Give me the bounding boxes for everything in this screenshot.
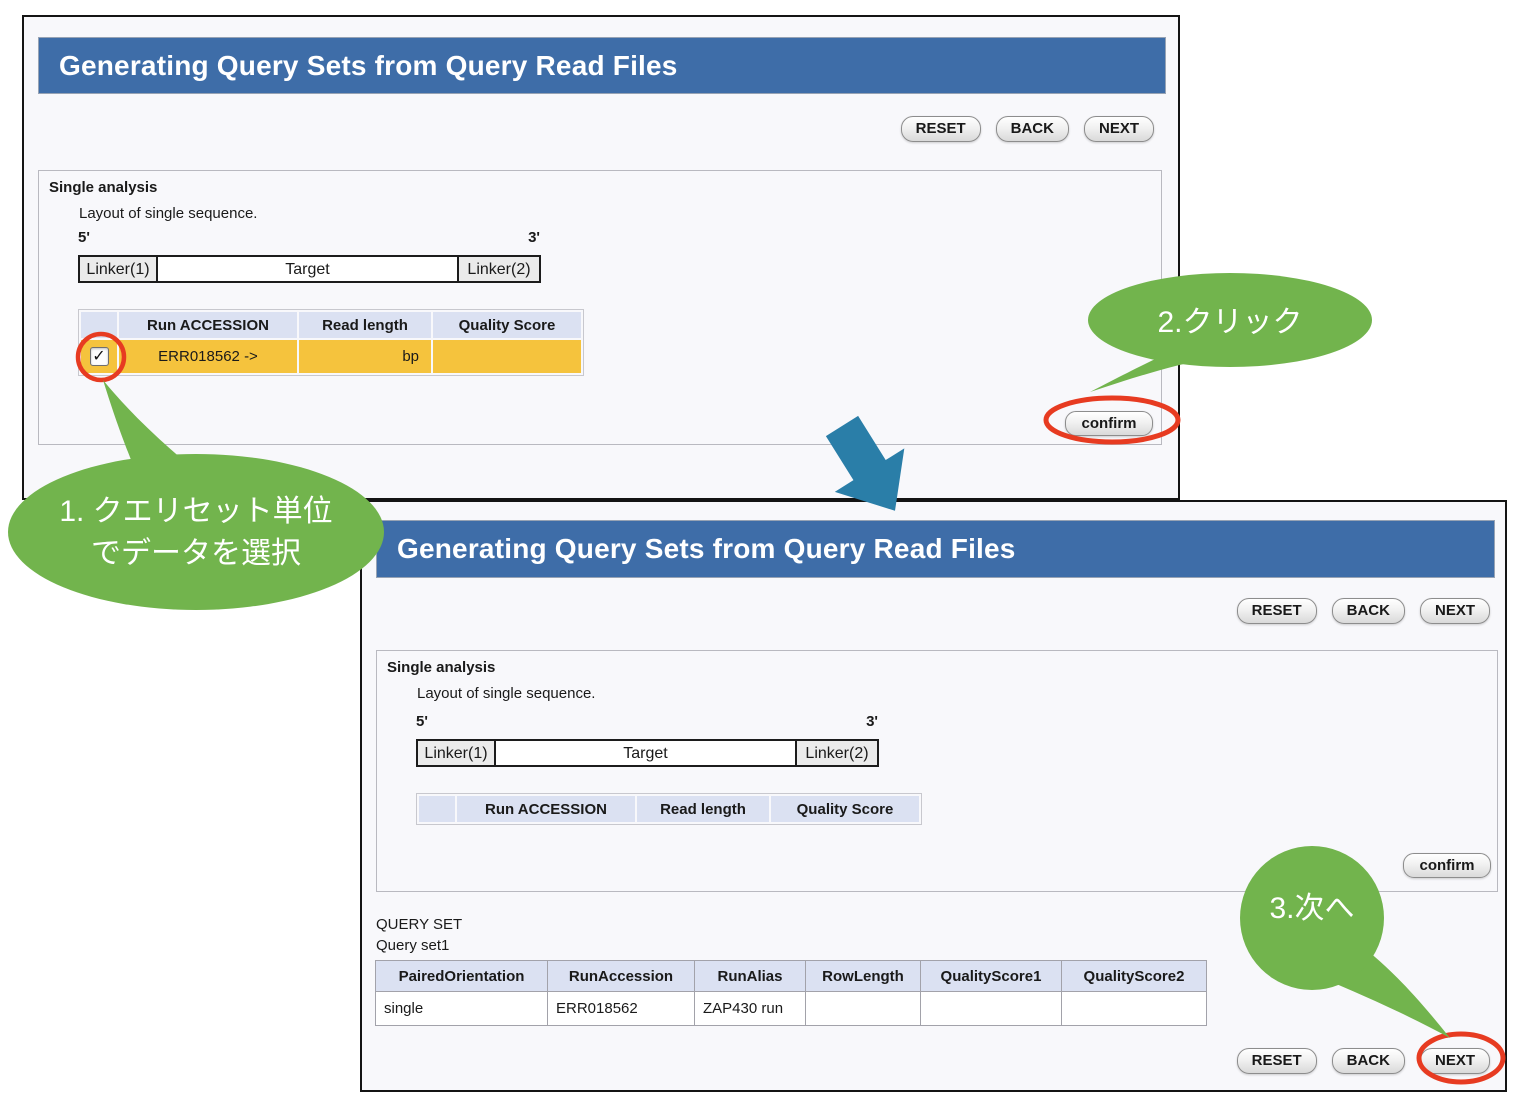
five-prime-label: 5' [78, 229, 90, 246]
run-select-checkbox[interactable]: ✓ [89, 347, 109, 366]
column-header-paired-orientation: PairedOrientation [376, 961, 547, 991]
linker1-cell: Linker(1) [78, 255, 156, 283]
next-button[interactable]: NEXT [1419, 1048, 1490, 1074]
run-table: Run ACCESSION Read length Quality Score … [78, 309, 584, 376]
single-analysis-panel: Single analysis Layout of single sequenc… [376, 650, 1498, 892]
run-accession-cell[interactable]: ERR018562 -> [119, 340, 297, 373]
query-set-table: PairedOrientation RunAccession RunAlias … [375, 960, 1207, 1026]
toolbar-bottom: RESET BACK NEXT [1236, 1048, 1490, 1074]
read-length-cell: bp [299, 340, 431, 373]
section-title: Single analysis [49, 179, 158, 196]
run-alias-cell: ZAP430 run [695, 992, 805, 1025]
column-header-run-alias: RunAlias [695, 961, 805, 991]
five-prime-label: 5' [416, 713, 428, 730]
query-set-block: QUERY SET Query set1 [376, 914, 462, 956]
row-length-cell [806, 992, 920, 1025]
next-button[interactable]: NEXT [1419, 598, 1490, 624]
run-table-header-row: Run ACCESSION Read length Quality Score [81, 312, 581, 338]
section-subtitle: Layout of single sequence. [79, 205, 258, 222]
column-header-quality-score2: QualityScore2 [1062, 961, 1206, 991]
back-button[interactable]: BACK [995, 116, 1069, 142]
strand-labels: 5' 3' [78, 229, 540, 246]
linker2-cell: Linker(2) [797, 739, 879, 767]
page-title: Generating Query Sets from Query Read Fi… [38, 37, 1166, 94]
column-header-quality-score: Quality Score [433, 312, 581, 338]
confirm-button[interactable]: confirm [1403, 853, 1491, 878]
paired-orientation-cell: single [376, 992, 547, 1025]
column-header-run-accession: RunAccession [548, 961, 694, 991]
linker2-cell: Linker(2) [459, 255, 541, 283]
back-button[interactable]: BACK [1331, 598, 1405, 624]
column-header-select [81, 312, 117, 338]
run-table-header-row: Run ACCESSION Read length Quality Score [419, 796, 919, 822]
reset-button[interactable]: RESET [1236, 1048, 1317, 1074]
column-header-read-length: Read length [637, 796, 769, 822]
column-header-quality-score1: QualityScore1 [921, 961, 1061, 991]
query-set-label: QUERY SET [376, 916, 463, 933]
sequence-layout-diagram: Linker(1) Target Linker(2) [78, 255, 541, 283]
quality-score-cell [433, 340, 581, 373]
column-header-select [419, 796, 455, 822]
column-header-run-accession: Run ACCESSION [119, 312, 297, 338]
column-header-row-length: RowLength [806, 961, 920, 991]
table-row: ✓ ERR018562 -> bp [81, 340, 581, 373]
toolbar: RESET BACK NEXT [1236, 598, 1490, 624]
select-cell: ✓ [81, 340, 117, 373]
quality-score2-cell [1062, 992, 1206, 1025]
confirm-button[interactable]: confirm [1065, 411, 1153, 436]
column-header-read-length: Read length [299, 312, 431, 338]
sequence-layout-diagram: Linker(1) Target Linker(2) [416, 739, 879, 767]
table-row: single ERR018562 ZAP430 run [376, 992, 1206, 1025]
speech-bubble-1-text-line2: でデータを選択 [91, 537, 301, 570]
query-set-name: Query set1 [376, 937, 450, 954]
target-cell: Target [156, 255, 459, 283]
section-title: Single analysis [387, 659, 496, 676]
check-icon: ✓ [92, 347, 106, 365]
reset-button[interactable]: RESET [1236, 598, 1317, 624]
strand-labels: 5' 3' [416, 713, 878, 730]
quality-score1-cell [921, 992, 1061, 1025]
page-title: Generating Query Sets from Query Read Fi… [376, 520, 1495, 578]
three-prime-label: 3' [866, 713, 878, 730]
next-button[interactable]: NEXT [1083, 116, 1154, 142]
window-step1: Generating Query Sets from Query Read Fi… [22, 15, 1180, 500]
back-button[interactable]: BACK [1331, 1048, 1405, 1074]
run-table: Run ACCESSION Read length Quality Score [416, 793, 922, 825]
run-accession-cell: ERR018562 [548, 992, 694, 1025]
column-header-quality-score: Quality Score [771, 796, 919, 822]
reset-button[interactable]: RESET [900, 116, 981, 142]
section-subtitle: Layout of single sequence. [417, 685, 596, 702]
column-header-run-accession: Run ACCESSION [457, 796, 635, 822]
three-prime-label: 3' [528, 229, 540, 246]
linker1-cell: Linker(1) [416, 739, 494, 767]
window-step2: Generating Query Sets from Query Read Fi… [360, 500, 1507, 1092]
target-cell: Target [494, 739, 797, 767]
query-set-header-row: PairedOrientation RunAccession RunAlias … [376, 961, 1206, 991]
toolbar: RESET BACK NEXT [900, 116, 1154, 142]
single-analysis-panel: Single analysis Layout of single sequenc… [38, 170, 1162, 445]
